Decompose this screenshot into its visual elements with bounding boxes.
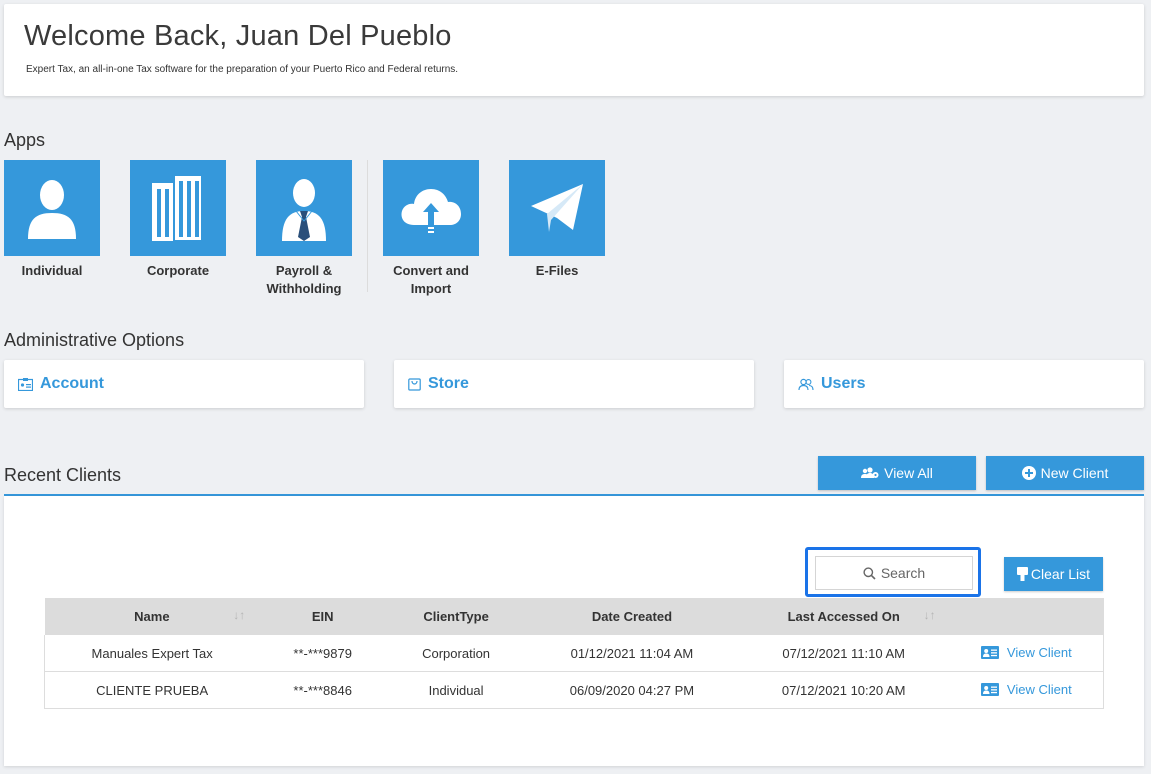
view-client-link[interactable]: View Client bbox=[980, 681, 1072, 697]
app-payroll-label-line1: Payroll & bbox=[275, 263, 333, 278]
admin-store-label: Store bbox=[428, 375, 469, 392]
app-corporate-label: Corporate bbox=[146, 263, 210, 278]
admin-account-card[interactable]: Account bbox=[4, 360, 364, 408]
shopping-bag-icon bbox=[408, 377, 421, 391]
column-header-clienttype-label: ClientType bbox=[423, 609, 489, 624]
id-card-icon bbox=[18, 377, 33, 391]
cell-date-created: 06/09/2020 04:27 PM bbox=[526, 671, 738, 709]
plus-circle-icon bbox=[1021, 466, 1036, 480]
users-icon bbox=[798, 378, 814, 391]
column-header-name-label: Name bbox=[134, 609, 170, 624]
column-header-date-created-label: Date Created bbox=[591, 609, 673, 624]
column-header-actions bbox=[949, 598, 1104, 635]
admin-users-label: Users bbox=[821, 375, 866, 392]
column-header-ein[interactable]: EIN bbox=[259, 598, 387, 635]
admin-heading: Administrative Options bbox=[4, 330, 185, 350]
cell-ein: **-***9879 bbox=[259, 635, 387, 672]
app-corporate-tile[interactable] bbox=[130, 160, 226, 256]
app-efiles-tile[interactable] bbox=[509, 160, 605, 256]
column-header-last-accessed-label: Last Accessed On bbox=[787, 609, 900, 624]
view-client-link[interactable]: View Client bbox=[980, 644, 1072, 660]
table-row[interactable]: Manuales Expert Tax **-***9879 Corporati… bbox=[44, 635, 1104, 672]
id-card-icon bbox=[980, 645, 999, 659]
view-client-label: View Client bbox=[1006, 644, 1072, 660]
app-payroll-tile[interactable] bbox=[256, 160, 352, 256]
sort-icon[interactable]: ↓↑ bbox=[233, 608, 245, 622]
column-header-date-created[interactable]: Date Created bbox=[526, 598, 738, 635]
users-cog-icon bbox=[861, 467, 879, 478]
app-convert-import[interactable]: Convert and Import bbox=[383, 160, 479, 298]
table-row[interactable]: CLIENTE PRUEBA **-***8846 Individual 06/… bbox=[44, 671, 1104, 709]
recent-clients-heading: Recent Clients bbox=[4, 465, 122, 485]
view-all-button[interactable]: View All bbox=[818, 456, 976, 490]
apps-divider bbox=[367, 160, 368, 292]
businessman-icon bbox=[282, 179, 326, 241]
app-individual[interactable]: Individual bbox=[4, 160, 100, 280]
column-header-last-accessed[interactable]: Last Accessed On ↓↑ bbox=[737, 598, 950, 635]
table-header-row: Name ↓↑ EIN ClientType Date Created Last… bbox=[44, 598, 1104, 635]
app-convert-label-line1: Convert and bbox=[393, 263, 469, 278]
admin-account-label: Account bbox=[40, 375, 104, 392]
cell-name: Manuales Expert Tax bbox=[44, 635, 260, 672]
person-icon bbox=[28, 180, 76, 239]
view-client-label: View Client bbox=[1006, 681, 1072, 697]
app-payroll[interactable]: Payroll & Withholding bbox=[256, 160, 352, 298]
column-header-clienttype[interactable]: ClientType bbox=[386, 598, 527, 635]
cell-clienttype: Corporation bbox=[386, 635, 527, 672]
welcome-subtitle: Expert Tax, an all-in-one Tax software f… bbox=[26, 64, 459, 75]
id-card-icon bbox=[980, 682, 999, 696]
admin-users-card[interactable]: Users bbox=[784, 360, 1144, 408]
welcome-card: Welcome Back, Juan Del Pueblo Expert Tax… bbox=[4, 4, 1144, 96]
cell-clienttype: Individual bbox=[386, 671, 527, 709]
cell-action: View Client bbox=[949, 671, 1104, 709]
clear-list-button[interactable]: Clear List bbox=[1004, 557, 1103, 591]
app-convert-import-label: Convert and Import bbox=[383, 262, 479, 298]
app-individual-tile[interactable] bbox=[4, 160, 100, 256]
admin-store-card[interactable]: Store bbox=[394, 360, 754, 408]
app-efiles[interactable]: E-Files bbox=[509, 160, 605, 280]
cell-name: CLIENTE PRUEBA bbox=[44, 671, 260, 709]
sort-icon[interactable]: ↓↑ bbox=[924, 608, 936, 622]
app-convert-import-tile[interactable] bbox=[383, 160, 479, 256]
app-payroll-label-line2: Withholding bbox=[266, 281, 342, 296]
clear-list-label: Clear List bbox=[1030, 566, 1091, 582]
column-header-ein-label: EIN bbox=[311, 609, 334, 624]
app-convert-label-line2: Import bbox=[410, 281, 452, 296]
cell-date-created: 01/12/2021 11:04 AM bbox=[526, 635, 738, 672]
app-payroll-label: Payroll & Withholding bbox=[256, 262, 352, 298]
cell-ein: **-***8846 bbox=[259, 671, 387, 709]
cell-last-accessed: 07/12/2021 10:20 AM bbox=[737, 671, 950, 709]
search-input[interactable]: Search bbox=[815, 556, 973, 590]
eraser-icon bbox=[1016, 567, 1028, 581]
view-all-label: View All bbox=[884, 465, 933, 481]
app-individual-label: Individual bbox=[21, 263, 83, 278]
app-efiles-label: E-Files bbox=[535, 263, 579, 278]
search-placeholder: Search bbox=[880, 565, 926, 581]
cell-action: View Client bbox=[949, 635, 1104, 672]
new-client-button[interactable]: New Client bbox=[986, 456, 1144, 490]
welcome-title: Welcome Back, Juan Del Pueblo bbox=[24, 20, 452, 52]
app-corporate[interactable]: Corporate bbox=[130, 160, 226, 280]
search-icon bbox=[863, 566, 876, 580]
apps-heading: Apps bbox=[4, 130, 46, 150]
buildings-icon bbox=[152, 174, 203, 242]
cloud-upload-icon bbox=[401, 189, 461, 233]
cell-last-accessed: 07/12/2021 11:10 AM bbox=[737, 635, 950, 672]
new-client-label: New Client bbox=[1040, 465, 1109, 481]
paper-plane-icon bbox=[531, 184, 583, 232]
clients-table: Name ↓↑ EIN ClientType Date Created Last… bbox=[44, 598, 1104, 709]
column-header-name[interactable]: Name ↓↑ bbox=[44, 598, 260, 635]
